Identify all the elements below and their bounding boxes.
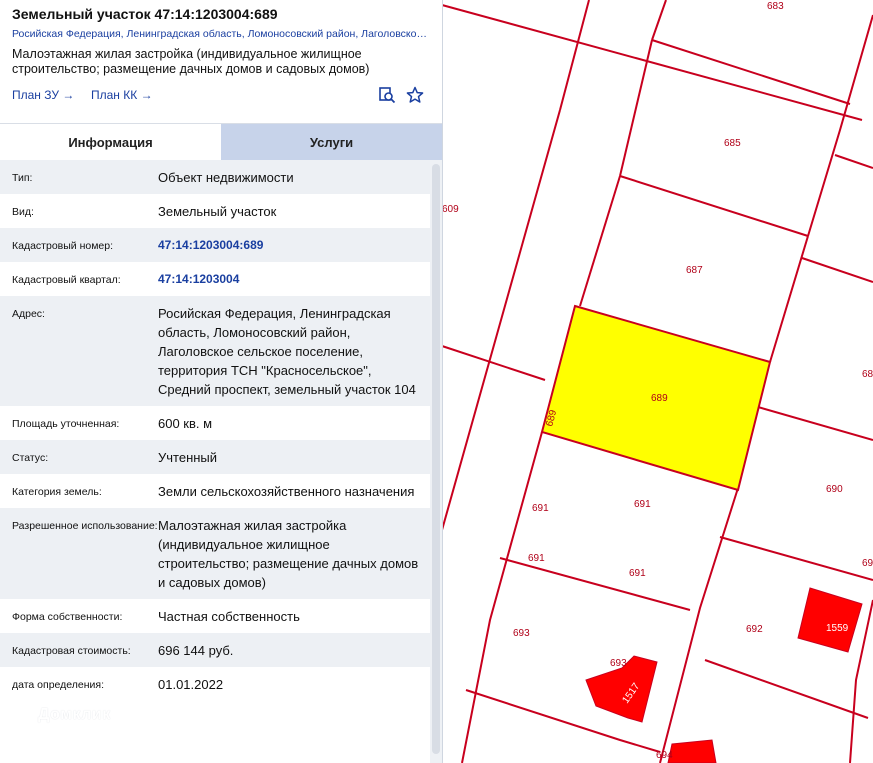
watermark: Домклик (38, 706, 111, 723)
info-row-status: Статус: Учтенный (0, 440, 432, 474)
boundary-line (651, 0, 667, 41)
plot-label: 685 (724, 138, 741, 149)
plot-label: 687 (686, 265, 703, 276)
boundary-line (757, 406, 873, 441)
info-label: Категория земель: (12, 486, 102, 498)
info-label: Вид: (12, 206, 34, 218)
info-label: Форма собственности: (12, 611, 123, 623)
info-value: Земли сельскохозяйственного назначения (158, 484, 415, 499)
info-label: Разрешенное использование: (12, 520, 158, 532)
info-label: Кадастровый квартал: (12, 274, 121, 286)
cadastral-quarter-link[interactable]: 47:14:1203004 (158, 270, 432, 289)
info-value: Объект недвижимости (158, 170, 294, 185)
building-1559[interactable] (797, 587, 863, 653)
plot-label: 683 (767, 1, 784, 12)
plot-label: 693 (513, 628, 530, 639)
info-row-cadastral-value: Кадастровая стоимость: 696 144 руб. (0, 633, 432, 667)
info-row-address: Адрес: Росийская Федерация, Ленинградска… (0, 296, 432, 406)
info-row-ownership: Форма собственности: Частная собственнос… (0, 599, 432, 633)
info-value: 600 кв. м (158, 416, 213, 431)
boundary-line (834, 154, 873, 169)
plot-label: 691 (634, 499, 651, 510)
boundary-line (619, 175, 809, 237)
plan-zu-link[interactable]: План ЗУ → (12, 88, 74, 102)
boundary-line (659, 487, 739, 763)
info-row-cadastral-number: Кадастровый номер: 47:14:1203004:689 (0, 228, 432, 262)
header-address: Росийская Федерация, Ленинградская облас… (12, 28, 430, 40)
boundary-line (651, 39, 851, 105)
info-row-kind: Вид: Земельный участок (0, 194, 432, 228)
parcel-info-panel: Земельный участок 47:14:1203004:689 Роси… (0, 0, 443, 763)
info-row-permitted-use: Разрешенное использование: Малоэтажная ж… (0, 508, 432, 599)
info-label: Статус: (12, 452, 49, 464)
plot-label: 694 (656, 750, 673, 761)
header-actions (378, 86, 424, 104)
info-row-cadastral-quarter: Кадастровый квартал: 47:14:1203004 (0, 262, 432, 296)
map-search-icon[interactable] (378, 86, 396, 104)
boundary-line (579, 175, 621, 307)
scrollbar-thumb[interactable] (432, 164, 440, 754)
info-label: Адрес: (12, 308, 45, 320)
building-694[interactable] (667, 739, 717, 763)
boundary-line (769, 235, 809, 363)
plot-label: 690 (826, 484, 843, 495)
plot-label: 69 (862, 558, 873, 569)
tab-services[interactable]: Услуги (221, 124, 442, 161)
info-value: 696 144 руб. (158, 643, 234, 658)
plot-label: 691 (528, 553, 545, 564)
header-links: План ЗУ → План КК → (12, 82, 430, 108)
star-icon[interactable] (406, 86, 424, 104)
info-label: Площадь уточненная: (12, 418, 120, 430)
info-value: Земельный участок (158, 204, 277, 219)
cadastral-number-link[interactable]: 47:14:1203004:689 (158, 236, 432, 255)
info-scrollbar[interactable] (430, 160, 442, 763)
boundary-line (559, 0, 590, 111)
info-value: Росийская Федерация, Ленинградская облас… (158, 306, 416, 397)
info-value: 01.01.2022 (158, 677, 224, 692)
plot-label: 68 (862, 369, 873, 380)
info-value: Частная собственность (158, 609, 300, 624)
boundary-line (619, 39, 653, 177)
boundary-line (499, 557, 691, 611)
plot-label: 691 (629, 568, 646, 579)
boundary-line (441, 109, 561, 531)
info-row-valuation-date: дата определения: 01.01.2022 (0, 667, 432, 701)
boundary-line (461, 431, 543, 763)
info-label: Кадастровый номер: (12, 240, 114, 252)
boundary-line (704, 659, 869, 719)
boundary-line (801, 257, 873, 283)
plot-label: 689 (651, 393, 668, 404)
plan-kk-link[interactable]: План КК → (91, 88, 153, 102)
info-value: Учтенный (158, 450, 218, 465)
info-label: Кадастровая стоимость: (12, 645, 131, 657)
plot-label: 693 (610, 658, 627, 669)
info-table: Тип: Объект недвижимости Вид: Земельный … (0, 160, 432, 701)
plot-label: 692 (746, 624, 763, 635)
info-row-land-category: Категория земель: Земли сельскохозяйстве… (0, 474, 432, 508)
panel-header: Земельный участок 47:14:1203004:689 Роси… (0, 0, 442, 108)
tab-information[interactable]: Информация (0, 124, 221, 161)
panel-tabs: Информация Услуги (0, 123, 442, 161)
info-row-area: Площадь уточненная: 600 кв. м (0, 406, 432, 440)
boundary-line (441, 4, 863, 121)
header-permitted-use: Малоэтажная жилая застройка (индивидуаль… (12, 47, 370, 76)
page-title: Земельный участок 47:14:1203004:689 (12, 6, 278, 22)
info-label: Тип: (12, 172, 33, 184)
boundary-line (719, 536, 873, 581)
plot-label: 1559 (826, 623, 849, 634)
boundary-line (441, 345, 546, 381)
plot-label: 691 (532, 503, 549, 514)
info-value: Малоэтажная жилая застройка (индивидуаль… (158, 518, 419, 590)
info-row-type: Тип: Объект недвижимости (0, 160, 432, 194)
plot-label: 609 (442, 204, 459, 215)
boundary-line (807, 14, 873, 237)
info-label: дата определения: (12, 679, 105, 691)
